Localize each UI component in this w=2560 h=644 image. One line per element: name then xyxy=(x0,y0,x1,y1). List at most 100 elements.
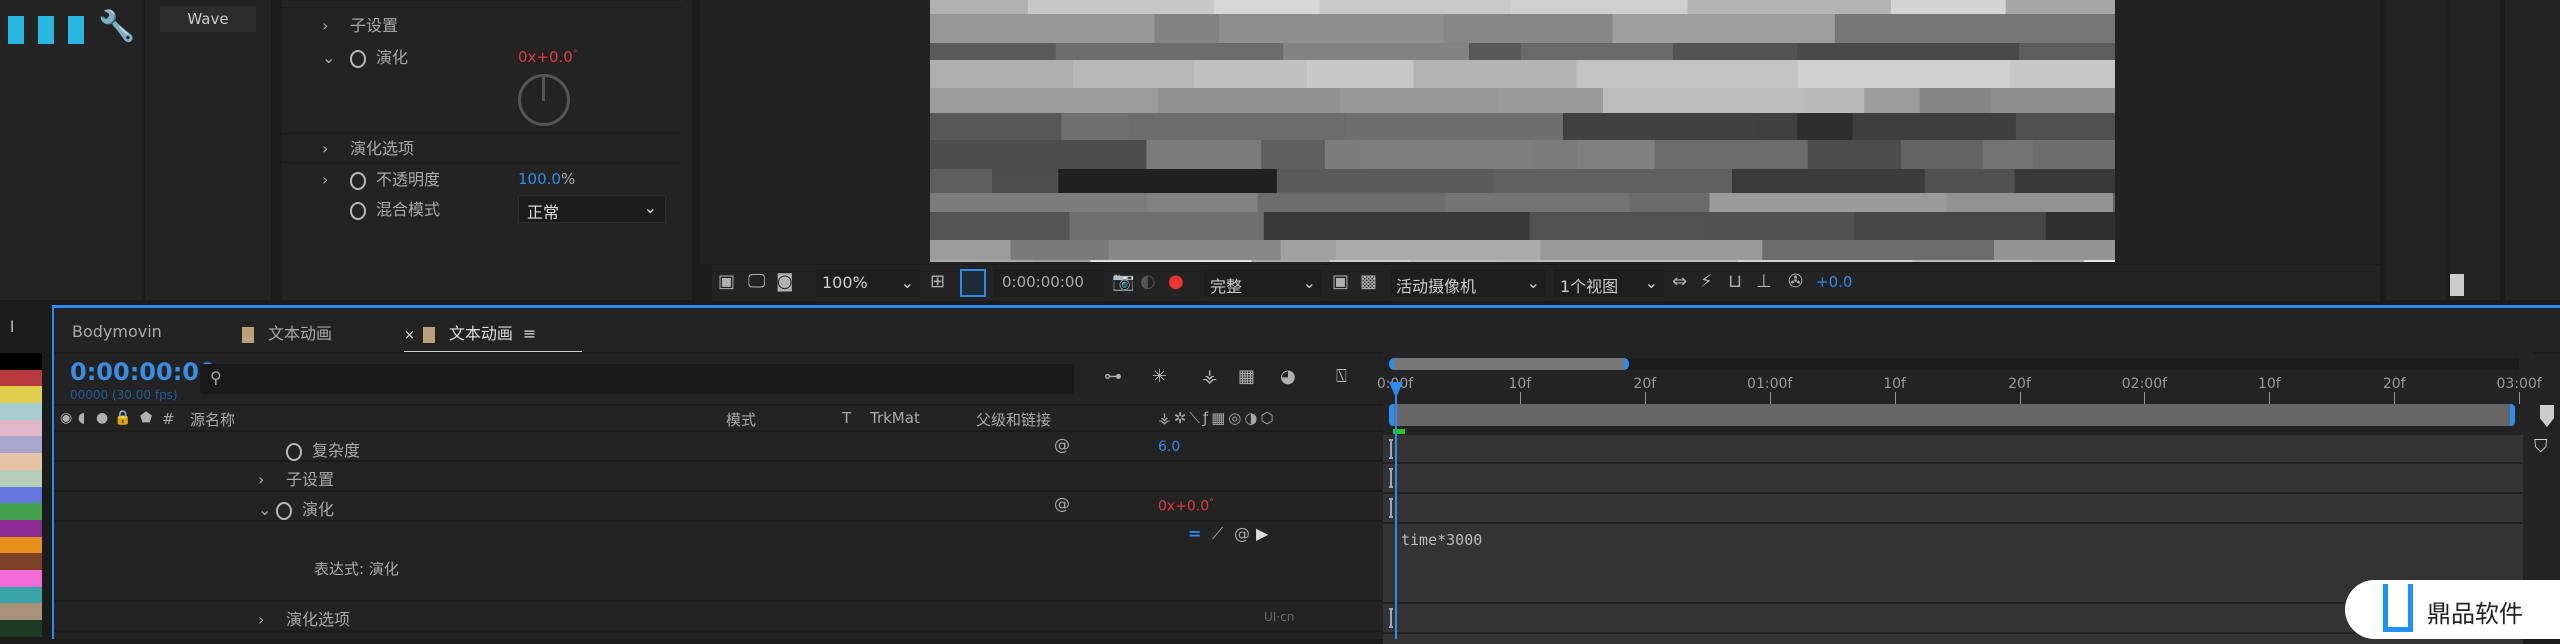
opacity-value[interactable]: 100.0% xyxy=(518,170,575,188)
exposure-icon[interactable]: ✇ xyxy=(1788,273,1803,291)
row-complexity[interactable]: 复杂度 @6.0 xyxy=(54,433,1384,462)
label-color-swatch[interactable] xyxy=(0,586,42,604)
mask-path-toggle[interactable] xyxy=(960,269,986,297)
composition-viewer[interactable] xyxy=(700,0,2380,264)
stopwatch-icon[interactable] xyxy=(276,501,292,520)
chevron-right-icon[interactable]: › xyxy=(258,470,276,489)
region-of-interest-icon[interactable]: ▣ xyxy=(1332,273,1349,291)
close-icon[interactable]: × xyxy=(404,328,415,343)
frame-blending-icon[interactable]: ▦ xyxy=(1238,368,1255,386)
panel-menu-icon[interactable]: ≡ xyxy=(523,324,536,343)
show-snapshot-icon[interactable]: ◐ xyxy=(1140,273,1156,291)
label-color-swatch[interactable] xyxy=(0,386,42,404)
column-trkmat[interactable]: TrkMat xyxy=(870,409,920,427)
prop-sub-settings[interactable]: › 子设置 xyxy=(322,12,398,36)
complexity-value[interactable]: 6.0 xyxy=(1158,439,1180,455)
prop-opacity[interactable]: › 不透明度 xyxy=(322,166,440,190)
views-dropdown[interactable]: 1个视图 ⌄ xyxy=(1554,269,1664,297)
timecode-field[interactable]: 0:00:00:00 xyxy=(994,269,1104,297)
expression-language-menu-icon[interactable]: ▶ xyxy=(1256,524,1268,543)
current-time-display[interactable]: 0:00:00:00 xyxy=(70,358,216,386)
chevron-right-icon[interactable]: › xyxy=(258,610,276,629)
safe-zones-icon[interactable]: ⊞ xyxy=(930,273,945,291)
row-evolution[interactable]: ⌄ 演化 @0x+0.0° xyxy=(54,492,1384,522)
script-icon[interactable] xyxy=(8,16,24,44)
label-color-swatch[interactable] xyxy=(0,353,42,370)
pixel-aspect-icon[interactable]: ⇔ xyxy=(1672,273,1687,291)
navigator-slider[interactable] xyxy=(1389,358,1629,370)
expression-graph-icon[interactable]: ⟋ xyxy=(1212,524,1223,544)
stopwatch-icon[interactable] xyxy=(286,442,302,461)
always-preview-icon[interactable]: ▣ xyxy=(718,273,735,291)
chevron-down-icon[interactable]: ⌄ xyxy=(258,500,276,519)
solo-icon[interactable]: ● xyxy=(96,411,108,425)
prop-evolution[interactable]: ⌄ 演化 xyxy=(322,44,408,68)
column-source-name[interactable]: 源名称 xyxy=(190,409,235,430)
prop-evolution-options[interactable]: › 演化选项 xyxy=(322,135,414,159)
exposure-value[interactable]: +0.0 xyxy=(1816,273,1852,291)
tab-text-animation[interactable]: 文本动画 xyxy=(242,320,332,344)
time-ruler[interactable]: 0:00f10f20f01:00f10f20f02:00f10f20f03:00… xyxy=(1377,376,2542,404)
evolution-value[interactable]: 0x+0.0° xyxy=(1158,498,1214,515)
label-color-swatch[interactable] xyxy=(0,369,42,387)
label-color-swatch[interactable] xyxy=(0,536,42,554)
label-color-swatch[interactable] xyxy=(0,453,42,470)
stopwatch-icon[interactable] xyxy=(350,201,366,220)
angle-dial[interactable] xyxy=(518,74,570,126)
keyframe-ibeam-icon[interactable] xyxy=(1389,608,1393,628)
draft-3d-icon[interactable]: ✳ xyxy=(1152,368,1167,386)
column-number[interactable]: # xyxy=(162,410,175,428)
flowchart-icon[interactable]: ⊥ xyxy=(1756,273,1772,291)
monitor-icon[interactable]: 🖵 xyxy=(748,273,765,291)
layer-switches-icons[interactable]: ⚶✲⟍ƒ▦◎◑⬡ xyxy=(1158,409,1277,427)
work-area-bar[interactable] xyxy=(1389,404,2515,426)
playhead[interactable] xyxy=(1395,382,1397,639)
shy-layers-icon[interactable]: ⚶ xyxy=(1202,368,1217,386)
fast-previews-icon[interactable]: ⚡ xyxy=(1700,273,1713,291)
stopwatch-icon[interactable] xyxy=(350,171,366,190)
label-color-swatch[interactable] xyxy=(0,519,42,537)
label-color-swatch[interactable] xyxy=(0,503,42,520)
label-color-swatch[interactable] xyxy=(0,469,42,487)
evolution-value[interactable]: 0x+0.0° xyxy=(518,48,577,66)
stopwatch-icon[interactable] xyxy=(350,49,366,68)
spiral-icon[interactable]: @ xyxy=(1054,435,1070,454)
tab-text-animation-active[interactable]: × 文本动画 ≡ xyxy=(404,320,582,354)
column-t[interactable]: T xyxy=(842,409,851,427)
spiral-icon[interactable]: @ xyxy=(1054,494,1070,513)
label-color-swatch[interactable] xyxy=(0,553,42,570)
chevron-right-icon[interactable]: › xyxy=(322,16,340,35)
playhead-handle[interactable] xyxy=(1389,382,1403,398)
column-mode[interactable]: 模式 xyxy=(726,409,756,430)
keyframe-ibeam-icon[interactable] xyxy=(1389,498,1393,518)
chevron-right-icon[interactable]: › xyxy=(322,139,340,158)
script-icon[interactable] xyxy=(68,16,84,44)
label-color-swatch[interactable] xyxy=(0,436,42,454)
work-area-navigator[interactable] xyxy=(1389,358,2519,370)
zoom-dropdown[interactable]: 100% ⌄ xyxy=(816,269,920,297)
transparency-grid-icon[interactable]: ▩ xyxy=(1360,273,1377,291)
expression-editor[interactable]: time*3000 xyxy=(1401,531,1482,549)
layer-search-input[interactable]: ⚲ xyxy=(200,364,1074,394)
comp-marker-bin-icon[interactable]: ⛉ xyxy=(2534,436,2548,457)
tab-bodymovin[interactable]: Bodymovin xyxy=(72,322,162,341)
camera-dropdown[interactable]: 活动摄像机 ⌄ xyxy=(1390,269,1546,297)
chevron-right-icon[interactable]: › xyxy=(322,170,340,189)
label-color-swatch[interactable] xyxy=(0,620,42,637)
expression-enable-icon[interactable]: = xyxy=(1188,524,1201,543)
color-channels-icon[interactable]: ● xyxy=(1168,273,1184,291)
script-icon[interactable] xyxy=(38,16,54,44)
label-color-swatch[interactable] xyxy=(0,419,42,437)
timeline-icon[interactable]: ⊔ xyxy=(1728,273,1742,291)
chevron-down-icon[interactable]: ⌄ xyxy=(322,48,340,67)
composition-frame[interactable] xyxy=(930,0,2115,262)
camera-snapshot-icon[interactable]: 📷 xyxy=(1112,273,1134,291)
label-color-swatch[interactable] xyxy=(0,486,42,504)
audio-icon[interactable]: ◖ xyxy=(78,411,85,425)
label-color-swatch[interactable] xyxy=(0,603,42,620)
row-sub-settings[interactable]: › 子设置 xyxy=(54,462,1384,492)
label-color-swatch[interactable] xyxy=(0,403,42,420)
composition-flowchart-icon[interactable]: ⊶ xyxy=(1104,368,1122,386)
column-parent-link[interactable]: 父级和链接 xyxy=(976,409,1051,430)
label-color-swatch[interactable] xyxy=(0,569,42,587)
